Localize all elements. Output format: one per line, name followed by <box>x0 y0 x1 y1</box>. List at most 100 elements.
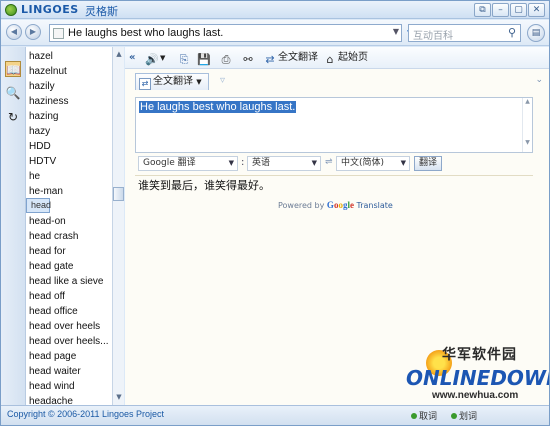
list-item[interactable]: hazelnut <box>26 64 112 79</box>
translate-button[interactable]: 翻译 <box>414 156 443 171</box>
app-window: LINGOES 灵格斯 ⧉ – ▢ ✕ ◀ ▶ He laughs best w… <box>0 0 550 426</box>
engine-label: Google 翻译 <box>143 158 196 168</box>
chevron-down-icon: ▼ <box>228 159 234 167</box>
list-item[interactable]: hazing <box>26 109 112 124</box>
word-list-scrollbar[interactable]: ▲ ▼ <box>112 47 124 405</box>
home-icon: ⌂ <box>326 53 334 66</box>
list-item[interactable]: he-man <box>26 184 112 199</box>
status-bar: Copyright © 2006-2011 Lingoes Project 取词… <box>1 405 549 425</box>
list-item[interactable]: head waiter <box>26 364 112 379</box>
chevron-down-icon: ▼ <box>311 159 317 167</box>
app-title: LINGOES <box>21 3 79 16</box>
pin-icon[interactable]: ▿ <box>220 75 225 86</box>
source-text-area[interactable]: He laughs best who laughs last. ▲ ▼ <box>135 97 533 153</box>
translate-tab-icon: ⇄ <box>139 78 151 90</box>
minimize-button[interactable]: – <box>492 3 509 17</box>
forward-button[interactable]: ▶ <box>25 24 41 40</box>
from-language-label: 英语 <box>252 158 271 168</box>
engine-select[interactable]: Google 翻译 ▼ <box>138 156 238 171</box>
list-item-selected[interactable]: head <box>26 198 51 213</box>
scroll-down-icon[interactable]: ▼ <box>114 392 124 402</box>
home-button[interactable]: ⌂ 起始页 <box>323 50 369 66</box>
side-tabs: 📖 🔍 ↻ <box>1 47 26 405</box>
list-item[interactable]: head office <box>26 304 112 319</box>
close-button[interactable]: ✕ <box>528 3 545 17</box>
print-button[interactable]: ⎙ <box>219 50 234 66</box>
list-item[interactable]: head-on <box>26 214 112 229</box>
print-icon: ⎙ <box>221 53 231 66</box>
scroll-thumb[interactable] <box>113 187 124 201</box>
powered-by-google: Powered by Google Translate <box>278 200 393 210</box>
list-item[interactable]: head over heels <box>26 319 112 334</box>
list-item[interactable]: hazily <box>26 79 112 94</box>
list-item[interactable]: head wind <box>26 379 112 394</box>
watermark: 华军软件园 ONLINEDOWN www.newhua.com <box>406 344 549 406</box>
select-word-toggle[interactable]: 划词 <box>451 409 477 422</box>
list-item[interactable]: head off <box>26 289 112 304</box>
word-list: hazel hazelnut hazily haziness hazing ha… <box>26 47 112 405</box>
back-button[interactable]: ◀ <box>6 24 22 40</box>
list-item[interactable]: he <box>26 169 112 184</box>
collapse-left-icon[interactable]: « <box>129 50 135 66</box>
tab-full-translate[interactable]: ⇄ 全文翻译 ▼ <box>135 73 209 90</box>
translate-suffix: Translate <box>356 201 393 210</box>
restore-button[interactable]: ⧉ <box>474 3 491 17</box>
chevron-down-icon: ▼ <box>400 159 406 167</box>
speaker-button[interactable]: 🔊▼ <box>145 50 165 66</box>
query-input[interactable]: He laughs best who laughs last. ▼ <box>49 24 402 42</box>
menu-button[interactable]: ▤ <box>527 24 545 42</box>
dictionary-icon[interactable]: 📖 <box>5 61 21 77</box>
list-item[interactable]: head for <box>26 244 112 259</box>
search-placeholder: 互动百科 <box>413 31 453 42</box>
list-item[interactable]: hazy <box>26 124 112 139</box>
copy-button[interactable]: ⎘ <box>177 50 192 66</box>
google-letter: G <box>326 200 334 210</box>
save-button[interactable]: 💾 <box>197 50 212 66</box>
tab-label: 全文翻译 <box>153 76 193 87</box>
list-item[interactable]: haziness <box>26 94 112 109</box>
index-icon[interactable]: 🔍 <box>5 85 21 101</box>
list-item[interactable]: hazel <box>26 49 112 64</box>
from-language-select[interactable]: 英语 ▼ <box>247 156 321 171</box>
watermark-url: www.newhua.com <box>432 390 519 401</box>
list-item[interactable]: HDD <box>26 139 112 154</box>
query-text: He laughs best who laughs last. <box>68 27 224 39</box>
tab-row: ⇄ 全文翻译 ▼ ▿ ⌄ <box>125 71 549 91</box>
search-input[interactable]: 互动百科 ⚲ <box>408 24 521 42</box>
capture-word-toggle[interactable]: 取词 <box>411 409 437 422</box>
list-item[interactable]: HDTV <box>26 154 112 169</box>
page-icon <box>53 28 64 39</box>
translate-options: Google 翻译 ▼ : 英语 ▼ ⇌ 中文(简体) ▼ 翻译 <box>135 155 533 173</box>
capture-word-label: 取词 <box>419 412 438 422</box>
list-item[interactable]: headache <box>26 394 112 405</box>
search-icon[interactable]: ⚲ <box>508 26 516 39</box>
chevron-down-icon[interactable]: ▼ <box>393 27 399 36</box>
chevron-down-icon[interactable]: ▼ <box>196 78 201 86</box>
list-item[interactable]: head like a sieve <box>26 274 112 289</box>
full-translate-button[interactable]: ⇄ 全文翻译 <box>263 50 318 66</box>
copyright-text: Copyright © 2006-2011 Lingoes Project <box>7 409 165 419</box>
maximize-button[interactable]: ▢ <box>510 3 527 17</box>
title-bar: LINGOES 灵格斯 ⧉ – ▢ ✕ <box>1 1 549 19</box>
to-language-select[interactable]: 中文(简体) ▼ <box>336 156 410 171</box>
source-scrollbar[interactable]: ▲ ▼ <box>522 98 532 152</box>
list-item[interactable]: head gate <box>26 259 112 274</box>
binoculars-icon: ⚯ <box>243 53 253 66</box>
speaker-icon: 🔊 <box>145 53 159 66</box>
swap-icon[interactable]: ⇌ <box>325 157 333 167</box>
list-item[interactable]: head page <box>26 349 112 364</box>
lingoes-logo-icon <box>5 4 17 16</box>
list-item[interactable]: head crash <box>26 229 112 244</box>
to-language-label: 中文(简体) <box>341 158 385 168</box>
translate-icon: ⇄ <box>265 53 275 66</box>
save-icon: 💾 <box>197 53 211 66</box>
translate-icon[interactable]: ↻ <box>5 109 21 125</box>
collapse-icon[interactable]: ⌄ <box>535 75 543 85</box>
watermark-brand: ONLINEDOWN <box>406 366 550 390</box>
scroll-up-icon[interactable]: ▲ <box>114 49 124 59</box>
find-button[interactable]: ⚯ <box>241 50 256 66</box>
full-translate-label: 全文翻译 <box>278 52 318 63</box>
list-item[interactable]: head over heels... <box>26 334 112 349</box>
powered-by-label: Powered by <box>278 201 325 210</box>
colon: : <box>241 157 245 168</box>
